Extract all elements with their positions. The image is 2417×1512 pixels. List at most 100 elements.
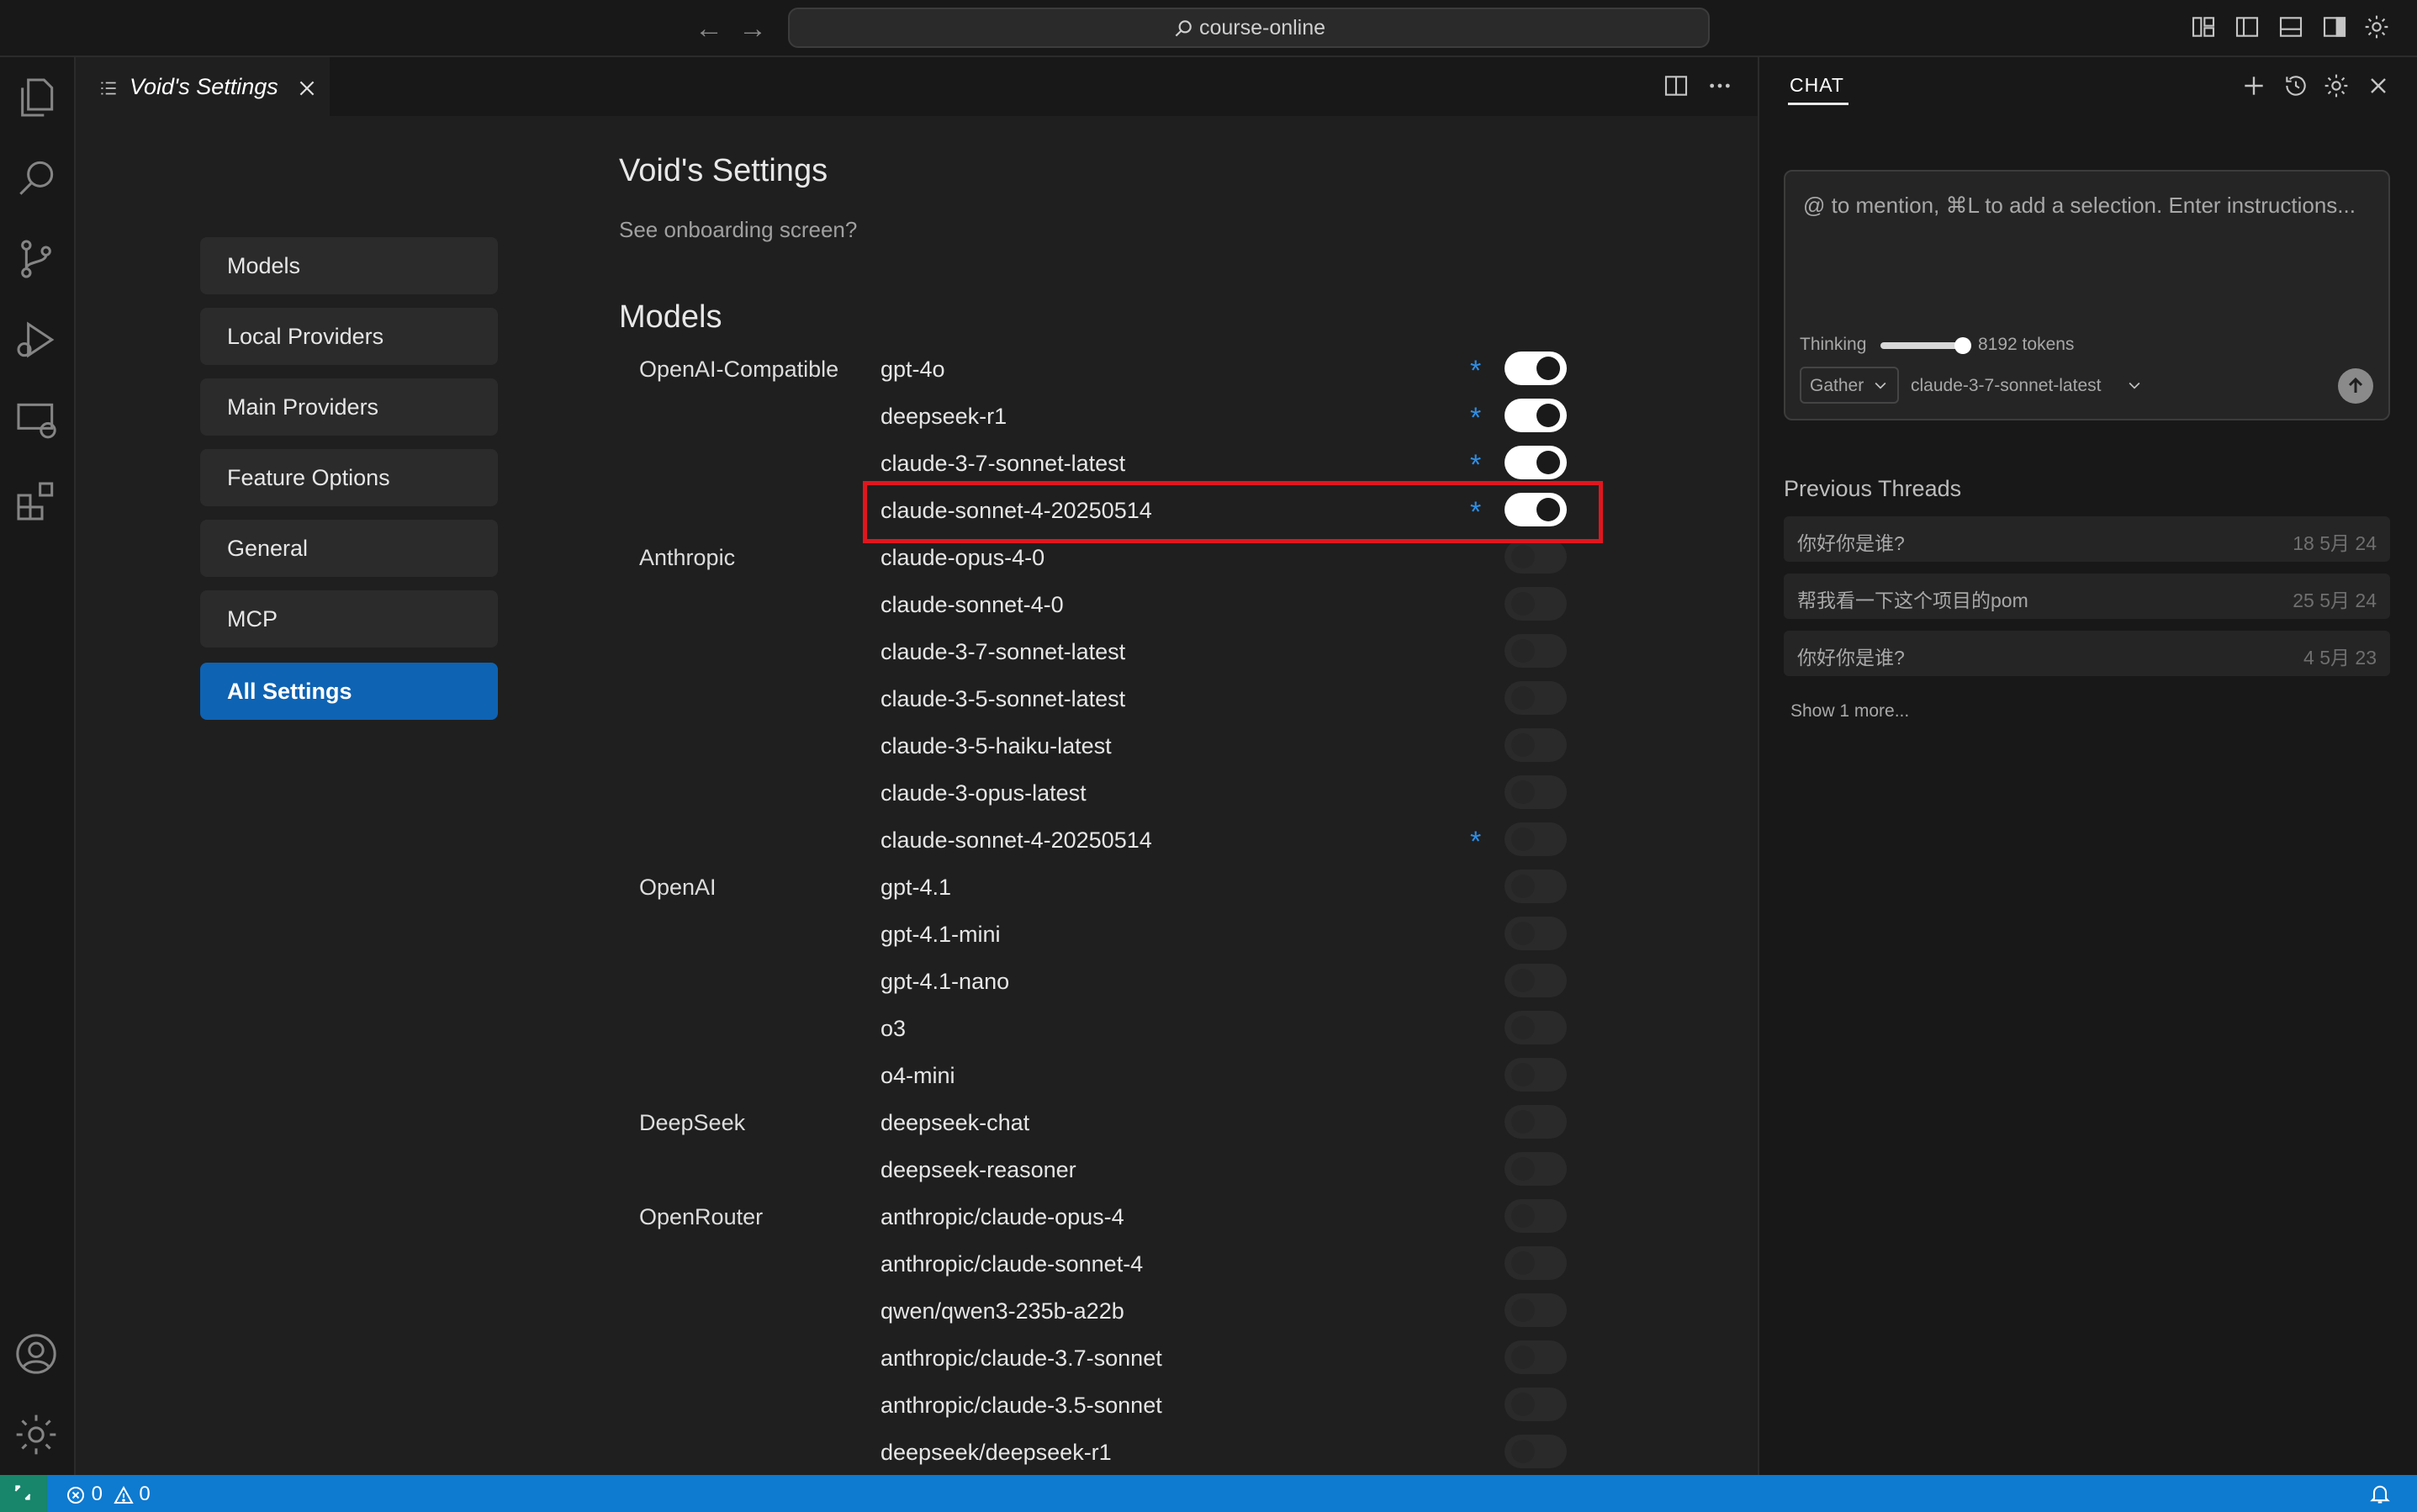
model-enable-toggle[interactable] bbox=[1505, 1340, 1567, 1374]
settings-list-icon bbox=[98, 77, 119, 99]
settings-gear-icon[interactable] bbox=[2363, 13, 2393, 44]
tab-voids-settings[interactable]: Void's Settings bbox=[76, 57, 330, 116]
problems-indicator[interactable]: 0 0 bbox=[66, 1482, 151, 1507]
provider-openai-compatible: OpenAI-Compatible bbox=[639, 357, 839, 382]
onboarding-link[interactable]: See onboarding screen? bbox=[619, 217, 857, 243]
forward-arrow-icon[interactable]: → bbox=[736, 12, 770, 45]
model-enable-toggle[interactable] bbox=[1505, 1388, 1567, 1421]
thread-item[interactable]: 你好你是谁? 18 5月 24 bbox=[1784, 516, 2390, 562]
command-center-search[interactable]: course-online bbox=[788, 8, 1710, 48]
model-enable-toggle[interactable] bbox=[1505, 728, 1567, 762]
model-enable-toggle[interactable] bbox=[1505, 1199, 1567, 1233]
toggle-knob bbox=[1511, 1251, 1535, 1275]
model-enable-toggle[interactable] bbox=[1505, 775, 1567, 809]
thread-title: 你好你是谁? bbox=[1797, 532, 1905, 554]
toggle-knob bbox=[1536, 404, 1560, 427]
model-name: anthropic/claude-3.5-sonnet bbox=[881, 1393, 1162, 1418]
notifications-bell-icon[interactable] bbox=[2368, 1482, 2392, 1505]
extensions-icon[interactable] bbox=[13, 478, 60, 525]
model-name: claude-opus-4-0 bbox=[881, 545, 1045, 570]
model-enable-toggle[interactable] bbox=[1505, 540, 1567, 574]
more-actions-icon[interactable] bbox=[1706, 72, 1733, 99]
model-name: claude-sonnet-4-20250514 bbox=[881, 827, 1152, 853]
accounts-icon[interactable] bbox=[13, 1330, 60, 1377]
run-and-debug-icon[interactable] bbox=[13, 316, 60, 363]
model-name: claude-3-5-sonnet-latest bbox=[881, 686, 1126, 711]
toggle-secondary-sidebar-icon[interactable] bbox=[2321, 13, 2351, 44]
new-chat-plus-icon[interactable] bbox=[2240, 72, 2267, 99]
back-arrow-icon[interactable]: ← bbox=[692, 12, 726, 45]
model-name: qwen/qwen3-235b-a22b bbox=[881, 1298, 1124, 1324]
nav-main-providers[interactable]: Main Providers bbox=[200, 378, 498, 436]
toggle-knob bbox=[1511, 1157, 1535, 1181]
close-tab-icon[interactable] bbox=[296, 77, 318, 99]
toggle-knob bbox=[1511, 1393, 1535, 1416]
model-enable-toggle[interactable] bbox=[1505, 446, 1567, 479]
toggle-knob bbox=[1511, 1110, 1535, 1134]
model-enable-toggle[interactable] bbox=[1505, 352, 1567, 385]
model-enable-toggle[interactable] bbox=[1505, 1058, 1567, 1092]
toggle-knob bbox=[1511, 639, 1535, 663]
model-enable-toggle[interactable] bbox=[1505, 587, 1567, 621]
model-enable-toggle[interactable] bbox=[1505, 1246, 1567, 1280]
nav-mcp[interactable]: MCP bbox=[200, 590, 498, 648]
remote-explorer-icon[interactable] bbox=[13, 397, 60, 444]
page-title: Void's Settings bbox=[619, 153, 828, 188]
toggle-knob bbox=[1511, 969, 1535, 992]
model-enable-toggle[interactable] bbox=[1505, 1293, 1567, 1327]
thinking-slider-knob[interactable] bbox=[1954, 337, 1971, 354]
model-name: gpt-4.1-mini bbox=[881, 922, 1001, 947]
nav-feature-options[interactable]: Feature Options bbox=[200, 449, 498, 506]
nav-local-providers[interactable]: Local Providers bbox=[200, 308, 498, 365]
model-name: gpt-4o bbox=[881, 357, 945, 382]
send-button[interactable] bbox=[2338, 368, 2373, 404]
mode-select-value: Gather bbox=[1810, 376, 1864, 395]
toggle-knob bbox=[1511, 1016, 1535, 1039]
model-enable-toggle[interactable] bbox=[1505, 822, 1567, 856]
toggle-panel-icon[interactable] bbox=[2277, 13, 2308, 44]
chat-tab-underline bbox=[1788, 103, 1848, 105]
model-select-value: claude-3-7-sonnet-latest bbox=[1911, 376, 2102, 395]
split-editor-icon[interactable] bbox=[1663, 72, 1690, 99]
model-name: deepseek-r1 bbox=[881, 404, 1008, 429]
model-enable-toggle[interactable] bbox=[1505, 1011, 1567, 1044]
history-icon[interactable] bbox=[2282, 72, 2309, 99]
mode-select[interactable]: Gather bbox=[1800, 367, 1899, 404]
model-enable-toggle[interactable] bbox=[1505, 870, 1567, 903]
manage-gear-icon[interactable] bbox=[13, 1411, 60, 1458]
model-enable-toggle[interactable] bbox=[1505, 1105, 1567, 1139]
model-enable-toggle[interactable] bbox=[1505, 681, 1567, 715]
model-name: anthropic/claude-3.7-sonnet bbox=[881, 1345, 1162, 1371]
nav-general[interactable]: General bbox=[200, 520, 498, 577]
model-enable-toggle[interactable] bbox=[1505, 399, 1567, 432]
thread-item[interactable]: 帮我看一下这个项目的pom 25 5月 24 bbox=[1784, 574, 2390, 619]
remote-indicator[interactable] bbox=[0, 1475, 47, 1512]
show-more-link[interactable]: Show 1 more... bbox=[1790, 701, 1909, 722]
search-icon[interactable] bbox=[13, 155, 60, 202]
nav-all-settings[interactable]: All Settings bbox=[200, 663, 498, 720]
custom-model-marker: * bbox=[1470, 402, 1482, 434]
model-select[interactable]: claude-3-7-sonnet-latest bbox=[1911, 367, 2146, 404]
model-enable-toggle[interactable] bbox=[1505, 634, 1567, 668]
chat-input-placeholder[interactable]: @ to mention, ⌘L to add a selection. Ent… bbox=[1803, 190, 2358, 221]
status-bar bbox=[0, 1475, 2417, 1512]
toggle-primary-sidebar-icon[interactable] bbox=[2234, 13, 2264, 44]
customize-layout-icon[interactable] bbox=[2190, 13, 2220, 44]
chat-tab[interactable]: CHAT bbox=[1790, 74, 1844, 97]
nav-models[interactable]: Models bbox=[200, 237, 498, 294]
explorer-icon[interactable] bbox=[13, 74, 60, 121]
model-enable-toggle[interactable] bbox=[1505, 1435, 1567, 1468]
model-enable-toggle[interactable] bbox=[1505, 917, 1567, 950]
thread-item[interactable]: 你好你是谁? 4 5月 23 bbox=[1784, 631, 2390, 676]
thread-title: 你好你是谁? bbox=[1797, 647, 1905, 669]
toggle-knob bbox=[1511, 827, 1535, 851]
chevron-down-icon bbox=[2126, 377, 2143, 394]
chat-settings-gear-icon[interactable] bbox=[2323, 72, 2350, 99]
thread-title: 帮我看一下这个项目的pom bbox=[1797, 589, 2028, 611]
source-control-icon[interactable] bbox=[13, 235, 60, 283]
toggle-knob bbox=[1511, 1298, 1535, 1322]
model-enable-toggle[interactable] bbox=[1505, 1152, 1567, 1186]
model-enable-toggle[interactable] bbox=[1505, 964, 1567, 997]
previous-threads-heading: Previous Threads bbox=[1784, 476, 1962, 501]
close-panel-icon[interactable] bbox=[2365, 72, 2392, 99]
